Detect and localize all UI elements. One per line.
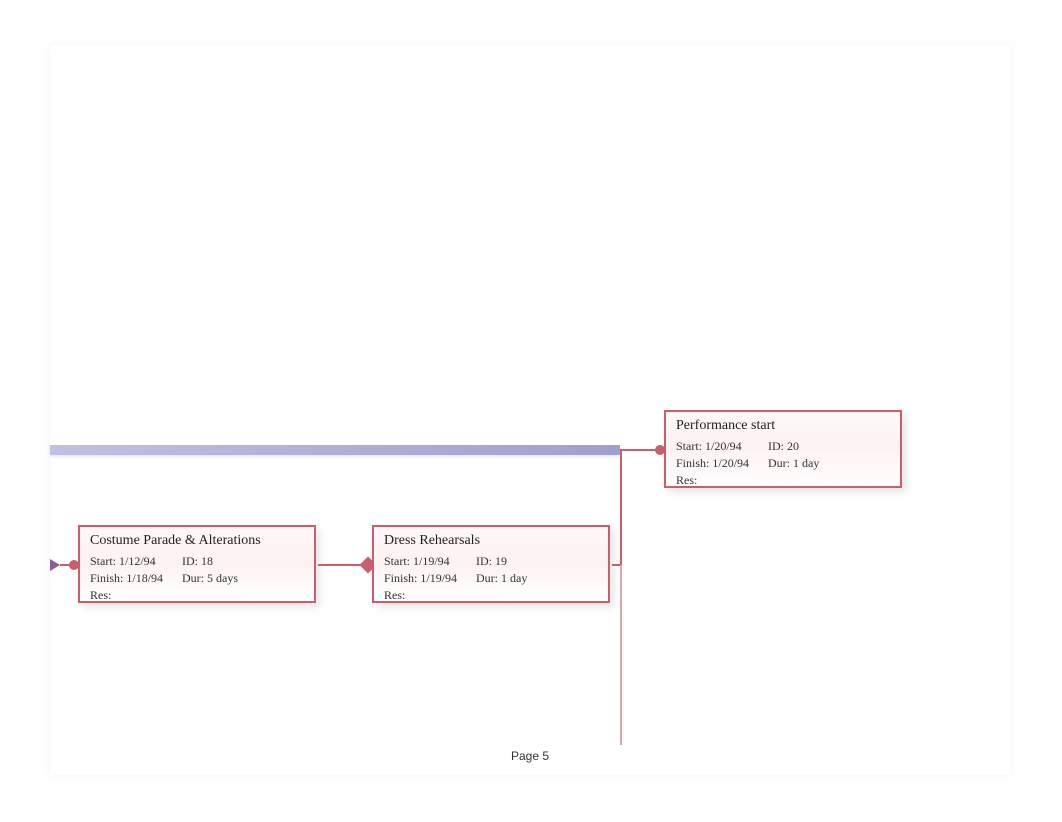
value-start: 1/20/94 [705, 438, 742, 455]
task-node-costume-parade: Costume Parade & Alterations Start: 1/12… [78, 525, 316, 603]
label-id: ID: [182, 553, 198, 570]
value-id: 18 [201, 553, 213, 570]
label-finish: Finish: [384, 570, 417, 587]
value-start: 1/12/94 [119, 553, 156, 570]
label-id: ID: [476, 553, 492, 570]
task-title: Dress Rehearsals [384, 533, 598, 549]
summary-bar [50, 445, 620, 455]
value-start: 1/19/94 [413, 553, 450, 570]
connector-extension [620, 565, 622, 745]
page-footer: Page 5 [50, 749, 1010, 763]
label-dur: Dur: [476, 570, 498, 587]
value-finish: 1/19/94 [420, 570, 457, 587]
page-container: Performance start Start: 1/20/94 ID: 20 … [50, 45, 1010, 775]
label-start: Start: [90, 553, 116, 570]
value-dur: 1 day [793, 455, 819, 472]
connector-arrow [50, 559, 60, 571]
page-number: Page 5 [511, 749, 549, 763]
task-title: Costume Parade & Alterations [90, 533, 304, 549]
label-res: Res: [90, 587, 111, 604]
value-finish: 1/20/94 [712, 455, 749, 472]
label-start: Start: [384, 553, 410, 570]
label-start: Start: [676, 438, 702, 455]
label-id: ID: [768, 438, 784, 455]
value-id: 19 [495, 553, 507, 570]
connector [620, 449, 660, 451]
value-finish: 1/18/94 [126, 570, 163, 587]
label-finish: Finish: [676, 455, 709, 472]
label-finish: Finish: [90, 570, 123, 587]
value-dur: 1 day [501, 570, 527, 587]
label-dur: Dur: [768, 455, 790, 472]
connector [620, 450, 622, 565]
value-id: 20 [787, 438, 799, 455]
task-title: Performance start [676, 418, 890, 434]
label-dur: Dur: [182, 570, 204, 587]
label-res: Res: [384, 587, 405, 604]
task-node-dress-rehearsals: Dress Rehearsals Start: 1/19/94 ID: 19 F… [372, 525, 610, 603]
label-res: Res: [676, 472, 697, 489]
value-dur: 5 days [207, 570, 238, 587]
task-node-performance-start: Performance start Start: 1/20/94 ID: 20 … [664, 410, 902, 488]
